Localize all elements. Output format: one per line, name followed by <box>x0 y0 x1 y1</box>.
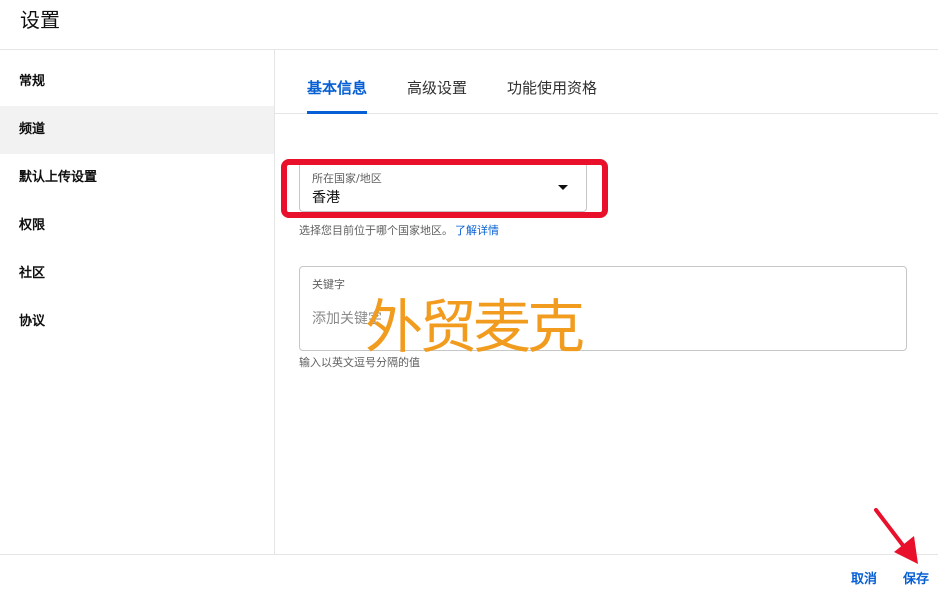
sidebar-item-upload-defaults[interactable]: 默认上传设置 <box>0 154 274 202</box>
page-header: 设置 <box>0 0 938 50</box>
country-select[interactable]: 所在国家/地区 香港 <box>299 162 587 212</box>
tab-advanced-settings[interactable]: 高级设置 <box>407 74 467 114</box>
keywords-input[interactable] <box>312 307 872 331</box>
sidebar-item-permissions[interactable]: 权限 <box>0 202 274 250</box>
save-button[interactable]: 保存 <box>903 571 929 589</box>
dialog-footer: 取消 保存 <box>0 554 938 599</box>
tab-feature-eligibility[interactable]: 功能使用资格 <box>507 74 597 114</box>
page-title: 设置 <box>20 8 60 32</box>
country-helper-text: 选择您目前位于哪个国家地区。 了解详情 <box>299 222 499 238</box>
sidebar-item-channel[interactable]: 频道 <box>0 106 274 154</box>
settings-main-panel: 基本信息 高级设置 功能使用资格 所在国家/地区 香港 选择您目前位于哪个国家地… <box>275 50 938 555</box>
country-select-label: 所在国家/地区 <box>312 172 382 185</box>
tab-basic-info[interactable]: 基本信息 <box>307 74 368 114</box>
caret-down-icon[interactable] <box>558 185 568 190</box>
settings-sidebar: 常规 频道 默认上传设置 权限 社区 协议 <box>0 50 275 555</box>
sidebar-item-community[interactable]: 社区 <box>0 250 274 298</box>
country-helper-message: 选择您目前位于哪个国家地区。 <box>299 224 453 237</box>
keywords-helper-text: 输入以英文逗号分隔的值 <box>299 356 420 369</box>
sidebar-item-agreements[interactable]: 协议 <box>0 298 274 346</box>
learn-more-link[interactable]: 了解详情 <box>455 224 499 237</box>
cancel-button[interactable]: 取消 <box>851 571 877 589</box>
keywords-field[interactable]: 关键字 <box>299 266 907 351</box>
keywords-label: 关键字 <box>312 278 345 291</box>
country-select-value: 香港 <box>312 190 340 206</box>
tab-bar: 基本信息 高级设置 功能使用资格 <box>275 50 938 114</box>
sidebar-item-general[interactable]: 常规 <box>0 58 274 106</box>
